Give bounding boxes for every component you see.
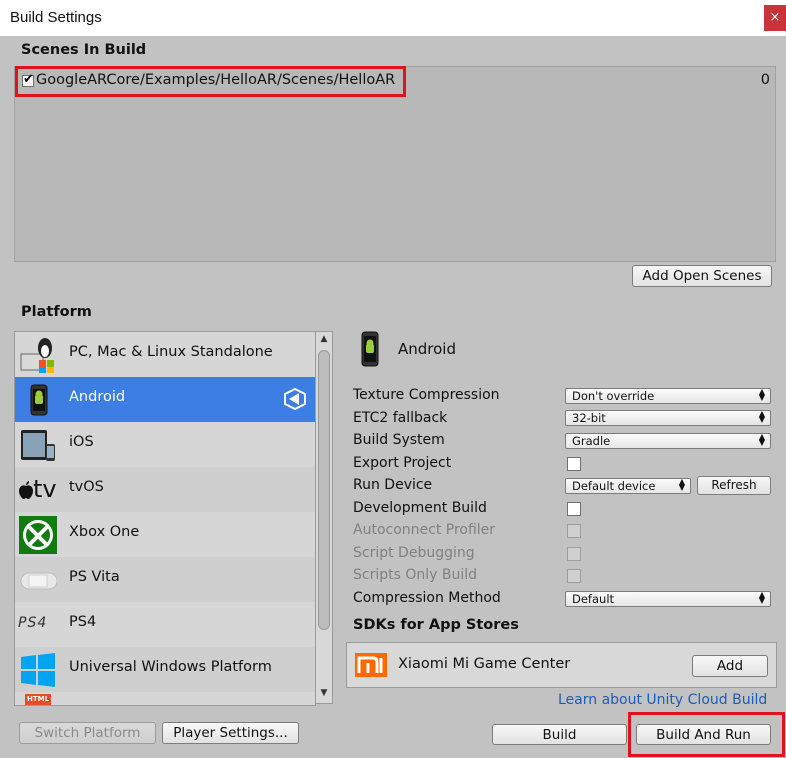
platform-scrollbar[interactable]: ▲ ▼ xyxy=(315,331,333,704)
platform-label: PC, Mac & Linux Standalone xyxy=(69,344,273,360)
dropdown-arrow-icon: ▲ ▼ xyxy=(758,387,765,402)
ios-icon xyxy=(21,430,55,461)
dropdown-value: 32-bit xyxy=(572,411,606,425)
cloud-build-link[interactable]: Learn about Unity Cloud Build xyxy=(558,692,767,708)
dropdown-value: Don't override xyxy=(572,389,655,403)
scenes-in-build-header: Scenes In Build xyxy=(21,42,147,58)
dropdown-value: Gradle xyxy=(572,434,611,448)
sdk-item: Xiaomi Mi Game Center Add xyxy=(346,642,777,688)
window-title: Build Settings xyxy=(10,9,102,26)
etc2-fallback-label: ETC2 fallback xyxy=(353,410,448,426)
platform-list[interactable]: PC, Mac & Linux Standalone Android iOS t… xyxy=(14,331,316,706)
platform-label: iOS xyxy=(69,434,94,450)
sdk-add-button[interactable]: Add xyxy=(692,655,768,677)
windows-icon xyxy=(21,653,55,687)
scripts-only-build-checkbox[interactable] xyxy=(567,569,581,583)
android-header-icon xyxy=(361,331,379,367)
scripts-only-build-label: Scripts Only Build xyxy=(353,567,478,583)
close-button[interactable]: × xyxy=(764,5,786,31)
scroll-down-icon[interactable]: ▼ xyxy=(318,688,330,698)
run-device-label: Run Device xyxy=(353,477,433,493)
platform-item-android[interactable]: Android xyxy=(15,377,315,422)
html5-icon: HTML xyxy=(25,694,51,705)
platform-item-standalone[interactable]: PC, Mac & Linux Standalone xyxy=(15,332,315,377)
unity-logo-icon xyxy=(284,387,306,411)
player-settings-button[interactable]: Player Settings... xyxy=(162,722,299,744)
platform-label: PS4 xyxy=(69,614,97,630)
development-build-checkbox[interactable] xyxy=(567,502,581,516)
script-debugging-checkbox[interactable] xyxy=(567,547,581,561)
platform-label: Xbox One xyxy=(69,524,140,540)
script-debugging-label: Script Debugging xyxy=(353,545,475,561)
dropdown-arrow-icon: ▲ ▼ xyxy=(758,409,765,424)
ps-vita-icon xyxy=(20,572,57,590)
dropdown-value: Default device xyxy=(572,479,656,493)
dropdown-arrow-icon: ▲ ▼ xyxy=(758,432,765,447)
texture-compression-label: Texture Compression xyxy=(353,387,500,403)
build-button[interactable]: Build xyxy=(492,724,627,745)
refresh-button[interactable]: Refresh xyxy=(697,476,771,495)
ps4-icon: PS4 xyxy=(18,615,48,631)
xiaomi-icon xyxy=(355,653,387,677)
scene-highlight-box xyxy=(15,66,406,97)
android-header-title: Android xyxy=(398,340,456,358)
platform-item-webgl[interactable]: HTML xyxy=(15,692,315,705)
platform-item-xbox[interactable]: Xbox One xyxy=(15,512,315,557)
platform-header: Platform xyxy=(21,304,92,320)
tvos-icon-text: tv xyxy=(33,475,57,503)
compression-method-dropdown[interactable]: Default ▲ ▼ xyxy=(565,591,771,607)
add-open-scenes-button[interactable]: Add Open Scenes xyxy=(632,265,772,287)
platform-label: tvOS xyxy=(69,479,104,495)
scroll-up-icon[interactable]: ▲ xyxy=(318,334,330,344)
compression-method-label: Compression Method xyxy=(353,590,501,606)
platform-item-ios[interactable]: iOS xyxy=(15,422,315,467)
export-project-checkbox[interactable] xyxy=(567,457,581,471)
title-bar: Build Settings × xyxy=(0,0,786,36)
platform-item-uwp[interactable]: Universal Windows Platform xyxy=(15,647,315,692)
platform-item-psvita[interactable]: PS Vita xyxy=(15,557,315,602)
development-build-label: Development Build xyxy=(353,500,487,516)
run-device-dropdown[interactable]: Default device ▲ ▼ xyxy=(565,478,691,494)
platform-item-ps4[interactable]: PS4 PS4 xyxy=(15,602,315,647)
autoconnect-profiler-label: Autoconnect Profiler xyxy=(353,522,496,538)
dropdown-arrow-icon: ▲ ▼ xyxy=(758,590,765,605)
apple-icon xyxy=(19,481,33,499)
platform-label: PS Vita xyxy=(69,569,120,585)
autoconnect-profiler-checkbox[interactable] xyxy=(567,524,581,538)
build-system-dropdown[interactable]: Gradle ▲ ▼ xyxy=(565,433,771,449)
close-icon: × xyxy=(769,10,781,25)
switch-platform-button[interactable]: Switch Platform xyxy=(19,722,156,744)
build-system-label: Build System xyxy=(353,432,445,448)
platform-label: Android xyxy=(69,389,126,405)
platform-label: Universal Windows Platform xyxy=(69,659,272,675)
sdks-header: SDKs for App Stores xyxy=(353,617,519,633)
pc-mac-linux-icon xyxy=(20,338,54,373)
xbox-icon xyxy=(19,516,57,554)
html5-icon-text: HTML xyxy=(26,695,50,703)
dropdown-arrow-icon: ▲ ▼ xyxy=(678,477,685,492)
tvos-icon: tv xyxy=(19,471,57,509)
etc2-fallback-dropdown[interactable]: 32-bit ▲ ▼ xyxy=(565,410,771,426)
texture-compression-dropdown[interactable]: Don't override ▲ ▼ xyxy=(565,388,771,404)
build-and-run-highlight-box xyxy=(628,712,785,757)
dropdown-value: Default xyxy=(572,592,615,606)
export-project-label: Export Project xyxy=(353,455,452,471)
android-icon xyxy=(30,384,48,416)
platform-item-tvos[interactable]: tv tvOS xyxy=(15,467,315,512)
mi-logo-icon xyxy=(355,653,387,677)
sdk-name: Xiaomi Mi Game Center xyxy=(398,656,571,672)
scroll-thumb[interactable] xyxy=(318,350,330,630)
scene-index: 0 xyxy=(760,72,770,88)
